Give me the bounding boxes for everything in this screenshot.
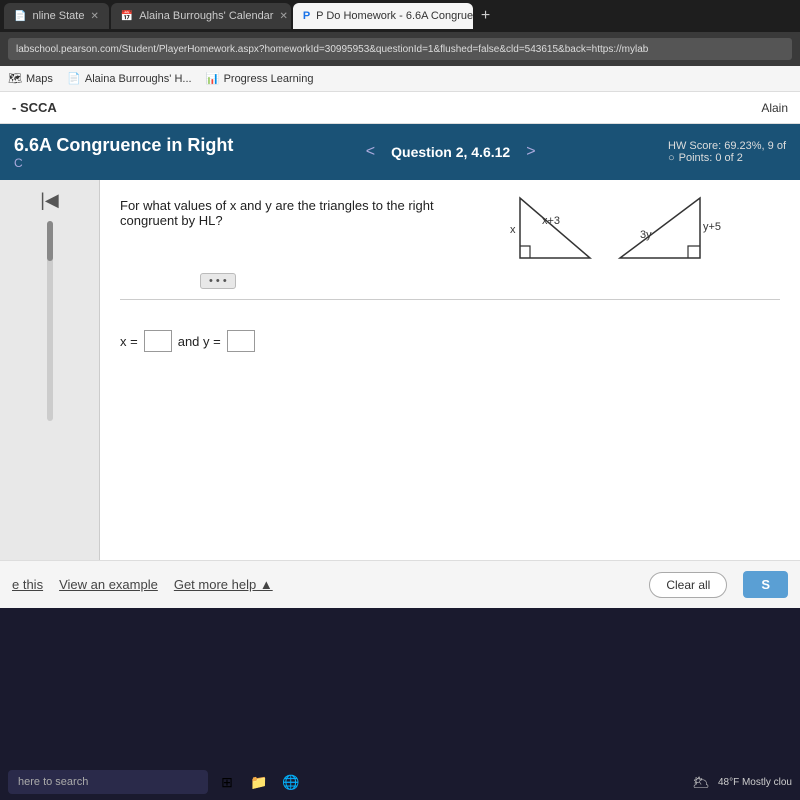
question-area: |◀ For what values of x and y are the tr… (0, 180, 800, 560)
triangles-diagram: x x+3 3y y+5 (510, 188, 730, 278)
scroll-track[interactable] (47, 221, 53, 421)
bookmark-maps[interactable]: 🗺 Maps (8, 72, 53, 86)
address-text: labschool.pearson.com/Student/PlayerHome… (16, 44, 648, 55)
hw-score: HW Score: 69.23%, 9 of (668, 140, 786, 152)
tab-close-2[interactable]: ✕ (279, 11, 287, 22)
main-content: - SCCA Alain 6.6A Congruence in Right C … (0, 92, 800, 608)
tab-close-1[interactable]: ✕ (90, 11, 98, 22)
tab-favicon-1: 📄 (14, 11, 26, 22)
bookmark-progress[interactable]: 📊 Progress Learning (206, 72, 314, 86)
submit-button[interactable]: S (743, 571, 788, 598)
bookmarks-bar: 🗺 Maps 📄 Alaina Burroughs' H... 📊 Progre… (0, 66, 800, 92)
maps-icon: 🗺 (8, 72, 22, 86)
tab-label-1: nline State (32, 10, 84, 22)
next-question-button[interactable]: > (518, 141, 543, 163)
view-example-button[interactable]: View an example (59, 577, 158, 592)
answer-area: x = and y = (120, 330, 780, 352)
divider (120, 299, 780, 300)
tab-label-2: Alaina Burroughs' Calendar (139, 10, 273, 22)
question-sidebar: |◀ (0, 180, 100, 560)
svg-text:x+3: x+3 (542, 215, 560, 227)
taskbar-icons: ⊞ 📁 🌐 (216, 771, 302, 793)
diagram-area: x x+3 3y y+5 (490, 198, 730, 283)
expand-diagram-button[interactable]: • • • (200, 273, 236, 289)
taskbar: here to search ⊞ 📁 🌐 🌥 48°F Mostly clou (0, 764, 800, 800)
prev-question-button[interactable]: < (358, 141, 383, 163)
points-line: ○ Points: 0 of 2 (668, 152, 786, 164)
answer-y-input[interactable] (227, 330, 255, 352)
svg-text:x: x (510, 224, 516, 236)
get-help-button[interactable]: Get more help ▲ (174, 577, 273, 592)
answer-and-label: and y = (178, 334, 221, 349)
progress-icon: 📊 (206, 72, 220, 86)
lesson-title: 6.6A Congruence in Right (14, 135, 233, 156)
taskbar-search-placeholder: here to search (18, 776, 88, 788)
bookmark-alaina[interactable]: 📄 Alaina Burroughs' H... (67, 72, 192, 86)
answer-x-input[interactable] (144, 330, 172, 352)
taskbar-right: 🌥 48°F Mostly clou (692, 774, 792, 791)
site-header: - SCCA Alain (0, 92, 800, 124)
score-circle: ○ (668, 152, 675, 164)
question-label: Question 2, 4.6.12 (391, 144, 510, 160)
address-bar-row: labschool.pearson.com/Student/PlayerHome… (0, 32, 800, 66)
question-text: For what values of x and y are the trian… (120, 198, 460, 228)
new-tab-button[interactable]: + (475, 7, 496, 25)
back-arrow-button[interactable]: |◀ (40, 190, 59, 211)
tab-favicon-3: P (303, 10, 310, 22)
alaina-icon: 📄 (67, 72, 81, 86)
bookmark-alaina-label: Alaina Burroughs' H... (85, 73, 192, 85)
weather-icon: 🌥 (692, 774, 710, 791)
scroll-thumb (47, 221, 53, 261)
bottom-toolbar: e this View an example Get more help ▲ C… (0, 560, 800, 608)
browser-chrome: 📄 nline State ✕ 📅 Alaina Burroughs' Cale… (0, 0, 800, 92)
site-user: Alain (761, 101, 788, 115)
tab-calendar[interactable]: 📅 Alaina Burroughs' Calendar ✕ (111, 3, 291, 29)
site-brand: - SCCA (12, 100, 57, 115)
tab-online-state[interactable]: 📄 nline State ✕ (4, 3, 109, 29)
taskbar-search-box[interactable]: here to search (8, 770, 208, 794)
lesson-header: 6.6A Congruence in Right C < Question 2,… (0, 124, 800, 180)
taskbar-windows-icon[interactable]: ⊞ (216, 771, 238, 793)
tab-label-3: P Do Homework - 6.6A Congruen (316, 10, 473, 22)
weather-label: 48°F Mostly clou (718, 777, 792, 788)
address-bar[interactable]: labschool.pearson.com/Student/PlayerHome… (8, 38, 792, 60)
taskbar-chrome-icon[interactable]: 🌐 (280, 771, 302, 793)
taskbar-files-icon[interactable]: 📁 (248, 771, 270, 793)
question-nav: < Question 2, 4.6.12 > (243, 141, 658, 163)
score-info: HW Score: 69.23%, 9 of ○ Points: 0 of 2 (668, 140, 786, 164)
lesson-subtitle: C (14, 156, 233, 170)
bookmark-progress-label: Progress Learning (224, 73, 314, 85)
svg-text:y+5: y+5 (703, 221, 721, 233)
points-label: Points: 0 of 2 (679, 152, 743, 164)
bookmark-maps-label: Maps (26, 73, 53, 85)
tab-homework[interactable]: P P Do Homework - 6.6A Congruen ✕ (293, 3, 473, 29)
svg-text:3y: 3y (640, 229, 652, 241)
tab-favicon-2: 📅 (121, 11, 133, 22)
save-this-button[interactable]: e this (12, 577, 43, 592)
question-main: For what values of x and y are the trian… (100, 180, 800, 560)
clear-all-button[interactable]: Clear all (649, 572, 727, 598)
answer-x-prefix: x = (120, 334, 138, 349)
tab-bar: 📄 nline State ✕ 📅 Alaina Burroughs' Cale… (0, 0, 800, 32)
